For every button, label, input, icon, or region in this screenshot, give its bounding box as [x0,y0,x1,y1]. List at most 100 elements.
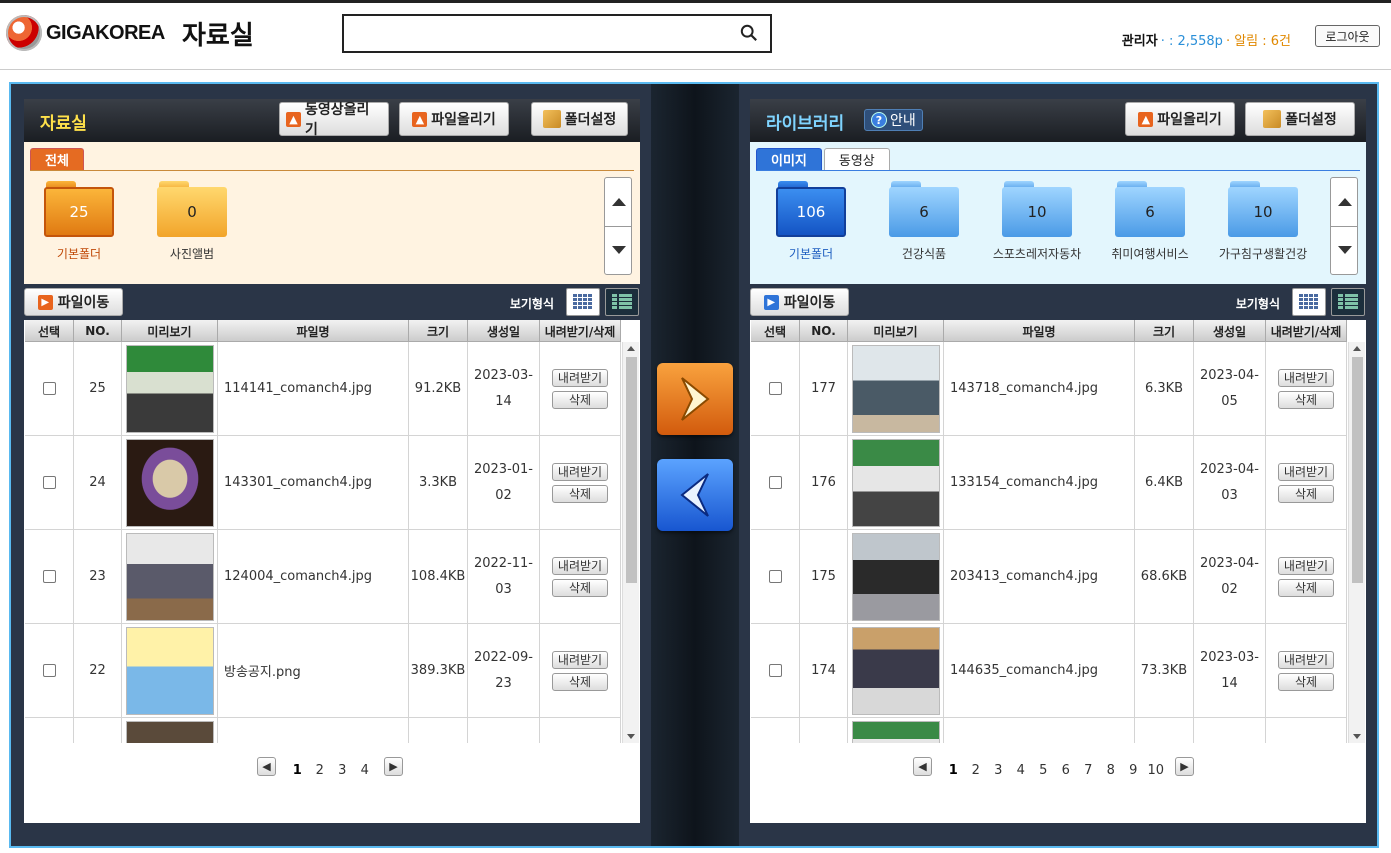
download-button[interactable]: 내려받기 [1278,462,1334,481]
delete-button[interactable]: 삭제 [1278,578,1334,597]
transfer-left-button[interactable] [657,459,733,531]
grid-view-button[interactable] [1292,288,1326,316]
row-thumbnail[interactable] [851,721,940,743]
move-file-button[interactable]: ▶ 파일이동 [24,288,123,316]
tab-videos[interactable]: 동영상 [823,148,890,170]
help-button[interactable]: ? 안내 [864,109,923,131]
table-scrollbar[interactable] [1348,342,1365,743]
page-number[interactable]: 2 [309,755,332,778]
scroll-down-icon[interactable] [1338,246,1352,254]
folder-settings-icon [542,110,561,128]
list-view-button[interactable] [605,288,639,316]
next-page-icon[interactable]: ▶ [384,756,403,776]
folder-label: 취미여행서비스 [1111,247,1189,261]
row-thumbnail[interactable] [851,532,940,621]
download-button[interactable]: 내려받기 [552,368,608,387]
download-button[interactable]: 내려받기 [1278,556,1334,575]
transfer-right-button[interactable] [657,363,733,435]
search-input[interactable] [350,20,730,47]
page-number[interactable]: 2 [965,755,988,778]
library-folder-settings-button[interactable]: 폴더설정 [1245,102,1355,136]
download-button[interactable]: 내려받기 [552,556,608,575]
row-date-line1: 2023-04- [1199,555,1259,571]
tab-images[interactable]: 이미지 [756,148,822,170]
video-upload-button[interactable]: ▲ 동영상올리기 [279,102,389,138]
download-button[interactable]: 내려받기 [1278,368,1334,387]
storage-panel-header: 자료실 ▲ 동영상올리기 ▲ 파일올리기 폴더설정 [24,99,640,142]
folder-settings-button[interactable]: 폴더설정 [531,102,628,136]
page-number[interactable]: 4 [354,755,377,778]
user-name[interactable]: 관리자 [1122,30,1158,49]
delete-button[interactable]: 삭제 [552,672,608,691]
page-number[interactable]: 4 [1010,755,1033,778]
page-number[interactable]: 6 [1055,755,1078,778]
page-number[interactable]: 5 [1032,755,1055,778]
row-thumbnail[interactable] [125,532,214,621]
prev-page-icon[interactable]: ◀ [257,756,276,776]
library-folder-furniture[interactable]: 10 가구침구생활건강 [1219,179,1307,262]
page-number[interactable]: 1 [942,755,965,778]
library-file-upload-button[interactable]: ▲ 파일올리기 [1125,102,1235,136]
next-page-icon[interactable]: ▶ [1175,756,1194,776]
page-number[interactable]: 7 [1077,755,1100,778]
list-view-button[interactable] [1331,288,1365,316]
row-checkbox[interactable] [42,664,56,677]
delete-button[interactable]: 삭제 [1278,390,1334,409]
row-thumbnail[interactable] [851,438,940,527]
delete-button[interactable]: 삭제 [552,484,608,503]
page-number[interactable]: 9 [1122,755,1145,778]
download-button[interactable]: 내려받기 [1278,650,1334,669]
row-checkbox[interactable] [42,382,56,395]
site-logo[interactable]: GIGAKOREA [6,13,165,53]
table-scrollbar[interactable] [622,342,639,743]
row-size: 91.2KB [409,342,468,435]
row-thumbnail[interactable] [125,438,214,527]
library-tabs: 이미지 동영상 [756,148,890,170]
logout-button[interactable]: 로그아웃 [1315,25,1380,47]
download-button[interactable]: 내려받기 [552,650,608,669]
move-icon: ▶ [763,294,779,310]
page-number[interactable]: 10 [1145,755,1168,778]
row-checkbox[interactable] [42,476,56,489]
row-thumbnail[interactable] [125,344,214,433]
delete-button[interactable]: 삭제 [552,390,608,409]
folder-default[interactable]: 25 기본폴더 [44,179,114,262]
page-number[interactable]: 3 [987,755,1010,778]
row-thumbnail[interactable] [125,721,214,743]
page-number[interactable]: 1 [286,755,309,778]
row-checkbox[interactable] [768,476,782,489]
file-upload-button[interactable]: ▲ 파일올리기 [399,102,509,136]
scroll-up-icon[interactable] [612,198,626,206]
scroll-up-icon[interactable] [1338,198,1352,206]
folder-photo-album[interactable]: 0 사진앨범 [157,179,227,262]
user-alerts[interactable]: · 알림 : 6건 [1226,30,1291,49]
delete-button[interactable]: 삭제 [1278,672,1334,691]
user-points[interactable]: · : 2,558p [1161,34,1223,49]
delete-button[interactable]: 삭제 [1278,484,1334,503]
row-thumbnail[interactable] [125,626,214,715]
scroll-down-icon[interactable] [612,246,626,254]
page-number[interactable]: 3 [331,755,354,778]
tab-all[interactable]: 전체 [30,148,84,170]
library-folder-health-food[interactable]: 6 건강식품 [889,179,959,262]
delete-button[interactable]: 삭제 [552,578,608,597]
library-folder-hobby[interactable]: 6 취미여행서비스 [1111,179,1189,262]
row-thumbnail[interactable] [851,626,940,715]
row-checkbox[interactable] [768,664,782,677]
row-filename: 143301_comanch4.jpg [218,436,409,529]
row-checkbox[interactable] [42,570,56,583]
row-thumbnail[interactable] [851,344,940,433]
library-folder-sports[interactable]: 10 스포츠레저자동차 [993,179,1081,262]
row-checkbox[interactable] [768,570,782,583]
page-number[interactable]: 8 [1100,755,1123,778]
grid-view-button[interactable] [566,288,600,316]
col-filename: 파일명 [218,320,409,342]
move-file-label: 파일이동 [57,295,110,311]
prev-page-icon[interactable]: ◀ [913,756,932,776]
search-icon[interactable] [740,24,758,42]
row-checkbox[interactable] [768,382,782,395]
library-move-file-button[interactable]: ▶ 파일이동 [750,288,849,316]
download-button[interactable]: 내려받기 [552,462,608,481]
library-folder-default[interactable]: 106 기본폴더 [776,179,846,262]
folder-label: 건강식품 [901,247,947,261]
